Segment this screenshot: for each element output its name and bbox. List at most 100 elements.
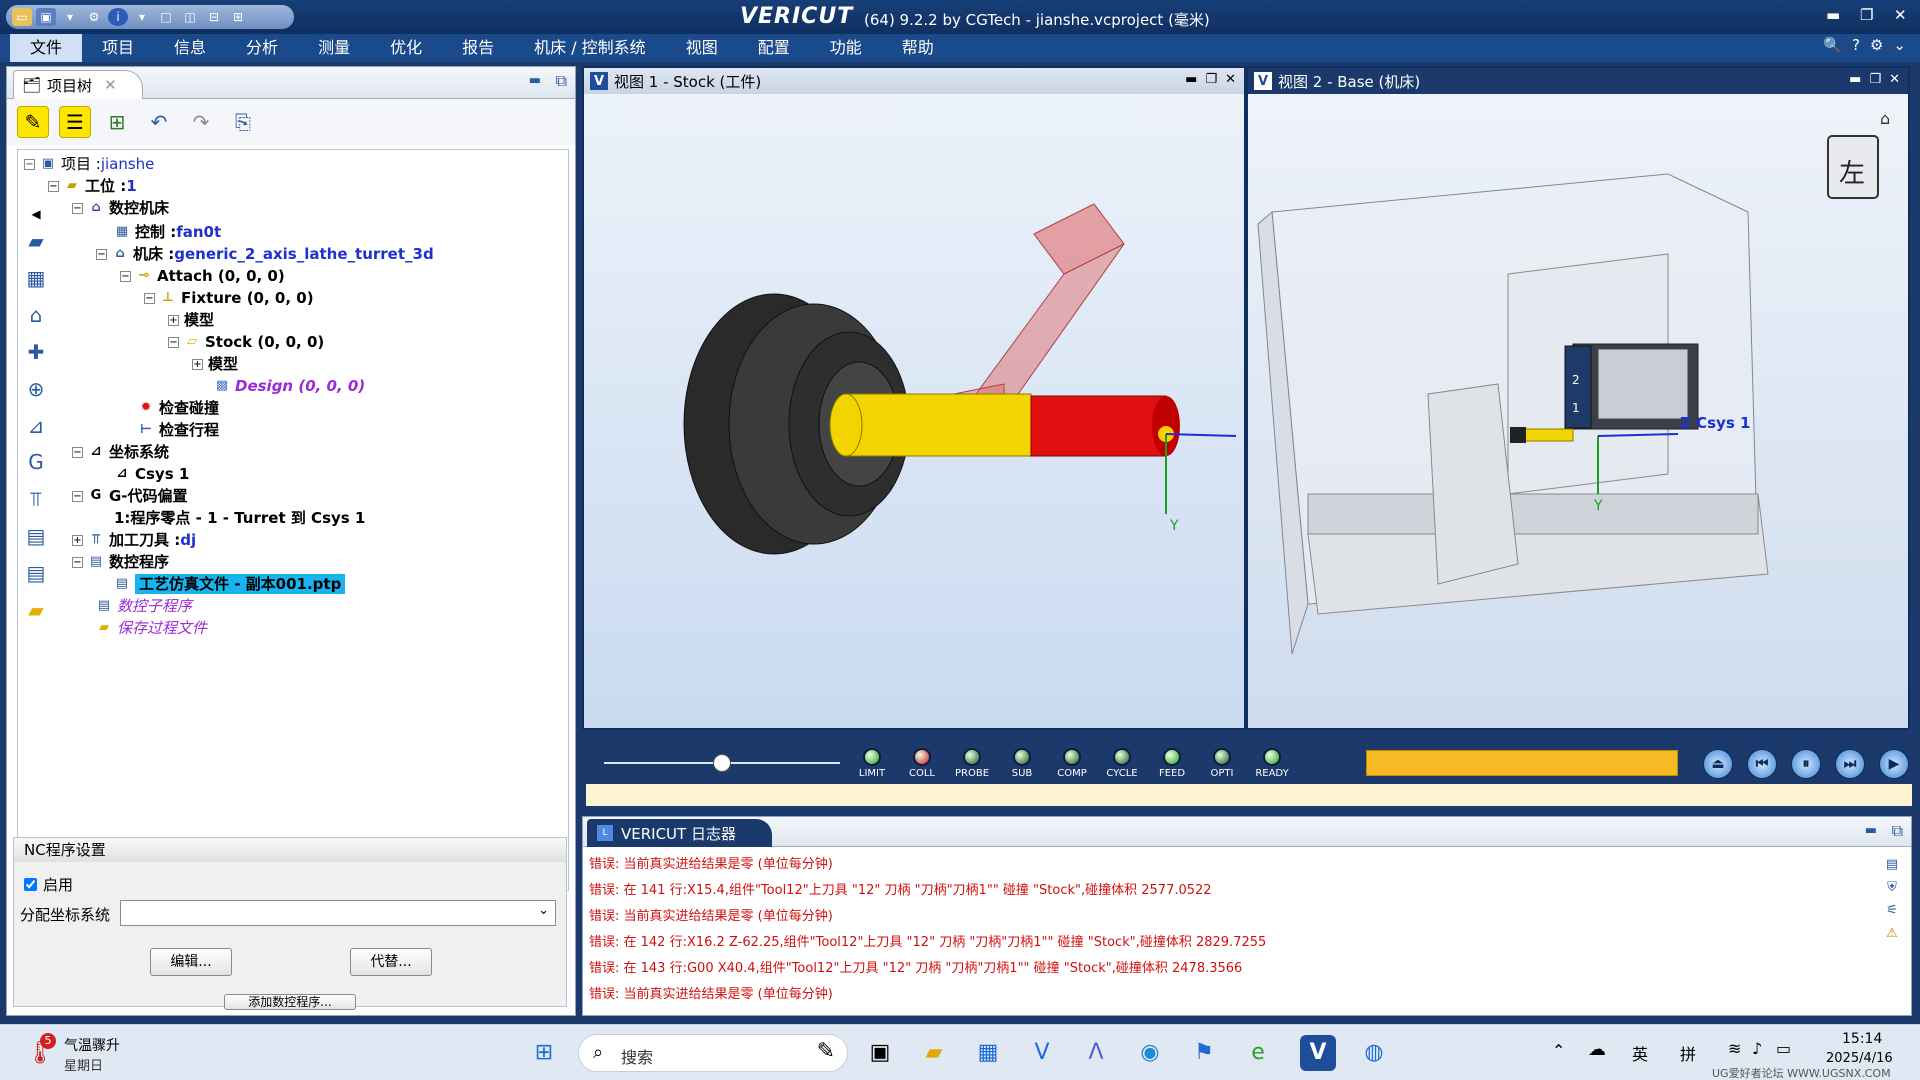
clock-time[interactable]: 15:14 xyxy=(1842,1031,1882,1047)
close-icon[interactable]: ✕ xyxy=(1894,6,1907,24)
tree-node-stock-model[interactable]: + 模型 xyxy=(192,354,238,374)
volume-icon[interactable]: ♪ xyxy=(1752,1039,1762,1058)
tree-node-machine[interactable]: − ⌂ 机床 : generic_2_axis_lathe_turret_3d xyxy=(96,244,434,264)
csys-icon[interactable]: ⊿ xyxy=(21,414,51,443)
restore-icon[interactable]: ❐ xyxy=(1860,6,1873,24)
play-button[interactable]: ▶ xyxy=(1879,749,1909,779)
minimize-icon[interactable]: ▬ xyxy=(1826,6,1840,24)
tree-node-nc-subroutines[interactable]: ▤ 数控子程序 xyxy=(96,596,192,616)
onedrive-icon[interactable]: ☁ xyxy=(1588,1039,1606,1060)
minimize-icon[interactable]: ▬ xyxy=(1849,72,1861,87)
tree-node-save-process-file[interactable]: ▰ 保存过程文件 xyxy=(96,618,207,638)
collapse-icon[interactable]: − xyxy=(96,248,107,260)
collapse-arrow-icon[interactable]: ◀ xyxy=(31,207,40,221)
quad-layout-icon[interactable]: ⊞ xyxy=(228,8,248,26)
menu-view[interactable]: 视图 xyxy=(666,34,738,62)
wifi-icon[interactable]: ≋ xyxy=(1728,1039,1741,1058)
collapse-icon[interactable]: − xyxy=(120,270,131,282)
start-button[interactable]: ⊞ xyxy=(526,1035,562,1071)
gear-icon[interactable]: ⚙ xyxy=(1870,36,1883,54)
properties-icon[interactable]: ⎘ xyxy=(227,106,259,138)
collapse-icon[interactable]: − xyxy=(72,446,83,458)
tree-node-stock[interactable]: − ▱ Stock (0, 0, 0) xyxy=(168,332,324,352)
float-panel-icon[interactable]: ⧉ xyxy=(1892,821,1903,841)
menu-optimize[interactable]: 优化 xyxy=(370,34,442,62)
menu-info[interactable]: 信息 xyxy=(154,34,226,62)
expand-icon[interactable]: + xyxy=(72,534,83,546)
tree-node-attach[interactable]: − ⊸ Attach (0, 0, 0) xyxy=(120,266,285,286)
nc-program-icon[interactable]: ▤ xyxy=(21,524,51,553)
minimize-icon[interactable]: ▬ xyxy=(1185,72,1197,87)
show-hidden-icons[interactable]: ⌃ xyxy=(1552,1041,1565,1060)
float-panel-icon[interactable]: ⧉ xyxy=(556,71,567,91)
collapse-icon[interactable]: − xyxy=(24,158,35,170)
redo-icon[interactable]: ↷ xyxy=(185,106,217,138)
speed-slider-thumb[interactable] xyxy=(713,754,731,772)
collapse-icon[interactable]: − xyxy=(168,336,179,348)
setup-icon[interactable]: ▰ xyxy=(21,229,51,258)
restore-icon[interactable]: ❐ xyxy=(1205,72,1217,87)
collapse-icon[interactable]: − xyxy=(72,490,83,502)
probe-indicator[interactable]: PROBE xyxy=(952,748,992,779)
limit-indicator[interactable]: LIMIT xyxy=(852,748,892,779)
tree-node-control[interactable]: ▦ 控制 : fan0t xyxy=(114,222,221,242)
edge-icon[interactable]: ◉ xyxy=(1132,1035,1168,1071)
clock-date[interactable]: 2025/4/16 xyxy=(1826,1051,1893,1066)
comp-indicator[interactable]: COMP xyxy=(1052,748,1092,779)
log-icon[interactable]: ▤ xyxy=(1886,857,1898,872)
close-icon[interactable]: ✕ xyxy=(1889,72,1900,87)
file-explorer-icon[interactable]: ▰ xyxy=(916,1035,952,1071)
csys-select[interactable]: ⌄ xyxy=(120,900,556,926)
enable-checkbox[interactable] xyxy=(24,878,37,891)
pause-button[interactable]: ⏸ xyxy=(1791,749,1821,779)
subroutine-icon[interactable]: ▤ xyxy=(21,561,51,590)
open-folder-icon[interactable]: ▭ xyxy=(12,8,32,26)
opti-indicator[interactable]: OPTI xyxy=(1202,748,1242,779)
vericut-taskbar-icon[interactable]: V xyxy=(1300,1035,1336,1071)
tab-logger[interactable]: L VERICUT 日志器 xyxy=(587,819,772,847)
tree-node-tooling[interactable]: + ⫪ 加工刀具 : dj xyxy=(72,530,196,550)
view2-graphics[interactable]: 2 1 Z Csys 1 Y 左 ⌂ xyxy=(1248,94,1908,728)
settings-icon[interactable]: ⚙ xyxy=(84,8,104,26)
cycle-indicator[interactable]: CYCLE xyxy=(1102,748,1142,779)
component-icon[interactable]: ✚ xyxy=(21,340,51,369)
collapse-icon[interactable]: − xyxy=(144,292,155,304)
tree-node-coordinate-systems[interactable]: − ⊿ 坐标系统 xyxy=(72,442,169,462)
tree-node-project[interactable]: − ▣ 项目 : jianshe xyxy=(24,154,154,174)
tree-node-travel-check[interactable]: ⊢ 检查行程 xyxy=(138,420,219,440)
folder-icon[interactable]: ▰ xyxy=(21,598,51,627)
undo-icon[interactable]: ↶ xyxy=(143,106,175,138)
home-icon[interactable]: ⌂ xyxy=(1880,109,1890,128)
ime-mode[interactable]: 拼 xyxy=(1680,1041,1696,1065)
chevron-down-icon[interactable]: ▾ xyxy=(60,8,80,26)
battery-icon[interactable]: ▭ xyxy=(1776,1039,1791,1058)
attach-icon[interactable]: ⊕ xyxy=(21,377,51,406)
menu-configure[interactable]: 配置 xyxy=(738,34,810,62)
tree-node-program-zero[interactable]: 1:程序零点 - 1 - Turret 到 Csys 1 xyxy=(114,508,365,528)
view1-graphics[interactable]: Y xyxy=(584,94,1244,728)
tree-node-setup[interactable]: − ▰ 工位 : 1 xyxy=(48,176,137,196)
info-icon[interactable]: i xyxy=(108,8,128,26)
expand-icon[interactable]: + xyxy=(192,358,203,370)
ready-indicator[interactable]: READY xyxy=(1252,748,1292,779)
add-component-icon[interactable]: ⊞ xyxy=(101,106,133,138)
close-icon[interactable]: ✕ xyxy=(104,76,117,94)
reset-button[interactable]: ⏏ xyxy=(1703,749,1733,779)
collapse-icon[interactable]: − xyxy=(72,556,83,568)
restore-icon[interactable]: ❐ xyxy=(1869,72,1881,87)
tree-node-collision-check[interactable]: ✹ 检查碰撞 xyxy=(138,398,219,418)
app-globe-icon[interactable]: ◍ xyxy=(1356,1035,1392,1071)
tree-node-csys1[interactable]: ⊿ Csys 1 xyxy=(114,464,190,484)
minimize-panel-icon[interactable]: ▬ xyxy=(529,73,541,88)
menu-machine-control[interactable]: 机床 / 控制系统 xyxy=(514,34,666,62)
tree-node-fixture-model[interactable]: + 模型 xyxy=(168,310,214,330)
store-icon[interactable]: ▦ xyxy=(970,1035,1006,1071)
control-icon[interactable]: ▦ xyxy=(21,266,51,295)
expand-icon[interactable]: + xyxy=(168,314,179,326)
split-vertical-layout-icon[interactable]: ◫ xyxy=(180,8,200,26)
single-view-layout-icon[interactable]: □ xyxy=(156,8,176,26)
tree-view-icon[interactable]: ☰ xyxy=(59,106,91,138)
menu-help[interactable]: 帮助 xyxy=(882,34,954,62)
tree-node-cnc-machine[interactable]: − ⌂ 数控机床 xyxy=(72,198,169,218)
menu-analysis[interactable]: 分析 xyxy=(226,34,298,62)
